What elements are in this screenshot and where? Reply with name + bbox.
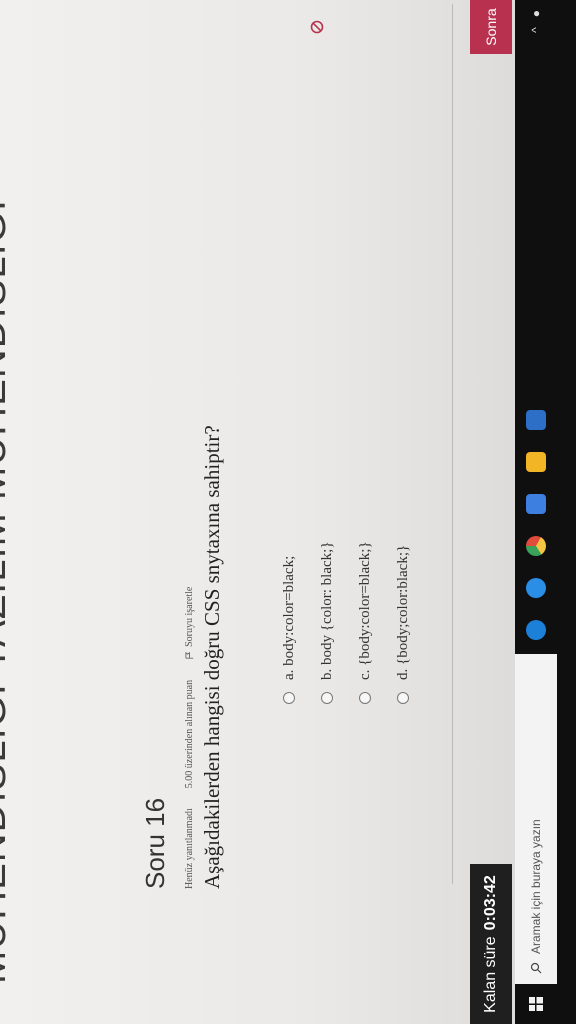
screen: MÜHENDİSLİĞİ YAZILIM MÜHENDİSLİĞİ Soru 1… [0, 0, 576, 1024]
chrome-icon[interactable] [526, 536, 546, 556]
flag-question-link[interactable]: Soruyu işaretle [184, 587, 195, 660]
store-icon[interactable] [526, 494, 546, 514]
option-a-label: a. body:color=black; [280, 555, 297, 680]
question-meta: Henüz yanıtlanmadı 5.00 üzerinden alınan… [184, 587, 195, 889]
status-text: Henüz yanıtlanmadı [184, 808, 195, 889]
option-a[interactable]: a. body:color=black; [270, 541, 308, 704]
option-d-label: d. {body;color:black;} [394, 544, 411, 680]
divider [452, 4, 453, 884]
windows-icon [529, 997, 543, 1011]
answer-options: a. body:color=black; b. body {color: bla… [270, 541, 422, 704]
timer-box: Kalan süre 0:03:42 [470, 864, 512, 1024]
taskbar-apps [515, 410, 557, 640]
chevron-up-icon[interactable]: ^ [529, 27, 543, 33]
search-placeholder: Aramak için buraya yazın [529, 819, 543, 954]
points-text: 5.00 üzerinden alınan puan [184, 679, 195, 789]
explorer-icon[interactable] [526, 410, 546, 430]
radio-d[interactable] [397, 692, 409, 704]
search-icon [530, 962, 542, 974]
question-number: Soru 16 [140, 797, 170, 889]
option-c-label: c. {body:color=black;} [356, 541, 373, 680]
edge-icon[interactable] [526, 620, 546, 640]
option-b[interactable]: b. body {color: black;} [308, 541, 346, 704]
network-icon[interactable]: ● [529, 10, 543, 17]
page-banner: MÜHENDİSLİĞİ YAZILIM MÜHENDİSLİĞİ [0, 199, 14, 984]
question-text: Aşağıdakilerden hangisi doğru CSS snytax… [200, 425, 224, 889]
taskbar-search[interactable]: Aramak için buraya yazın [515, 654, 557, 984]
option-c[interactable]: c. {body:color=black;} [346, 541, 384, 704]
stop-icon [310, 20, 324, 34]
start-button[interactable] [515, 984, 557, 1024]
quiz-page: MÜHENDİSLİĞİ YAZILIM MÜHENDİSLİĞİ Soru 1… [0, 0, 515, 1024]
radio-b[interactable] [321, 692, 333, 704]
timer-value: 0:03:42 [482, 875, 499, 931]
radio-a[interactable] [283, 692, 295, 704]
mail-icon[interactable] [526, 578, 546, 598]
radio-c[interactable] [359, 692, 371, 704]
timer-label: Kalan süre [482, 936, 499, 1013]
photos-icon[interactable] [526, 452, 546, 472]
next-button[interactable]: Sonra [470, 0, 512, 54]
system-tray[interactable]: ^ ● [515, 0, 557, 33]
taskbar: Aramak için buraya yazın ^ ● [515, 0, 576, 1024]
flag-label: Soruyu işaretle [184, 586, 195, 647]
flag-icon [185, 651, 194, 659]
option-d[interactable]: d. {body;color:black;} [384, 541, 422, 704]
option-b-label: b. body {color: black;} [318, 541, 335, 680]
